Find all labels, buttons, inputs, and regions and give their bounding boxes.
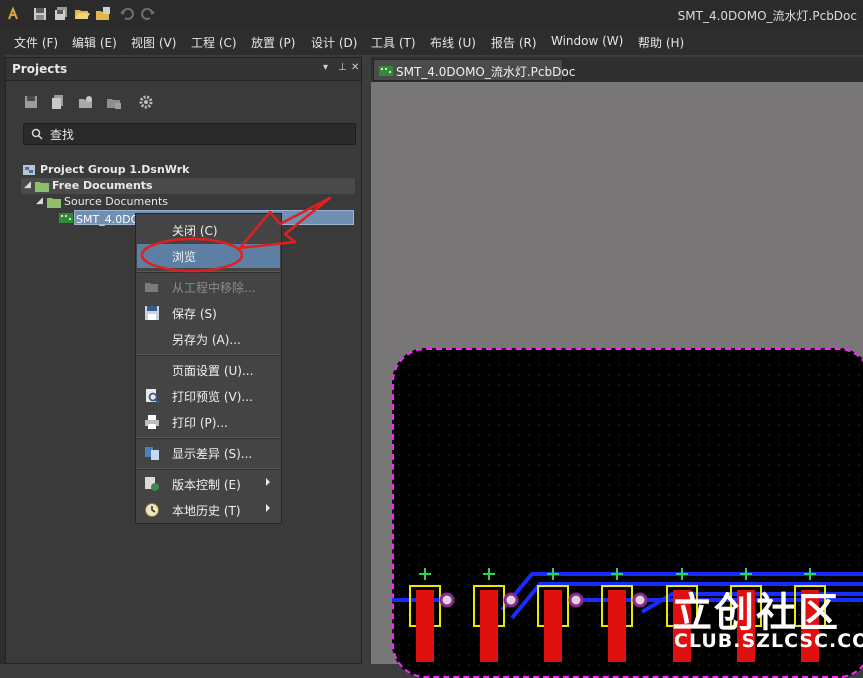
save-icon	[145, 306, 159, 320]
tree-label-project-group: Project Group 1.DsnWrk	[40, 163, 190, 176]
tab-pcb-document[interactable]: SMT_4.0DOMO_流水灯.PcbDoc	[373, 59, 575, 81]
menu-separator	[137, 437, 280, 439]
menu-item-print[interactable]: 打印 (P)...	[137, 410, 280, 434]
folder-icon	[35, 182, 49, 192]
open-project-icon[interactable]	[95, 6, 111, 22]
menu-item-label: 打印 (P)...	[172, 416, 228, 430]
menu-item-label: 版本控制 (E)	[172, 478, 241, 492]
save-document-icon[interactable]	[50, 94, 66, 110]
tab-label: SMT_4.0DOMO_流水灯.PcbDoc	[396, 65, 576, 79]
led-component	[473, 568, 519, 662]
tree-item-project-group[interactable]: Project Group 1.DsnWrk	[21, 162, 351, 178]
undo-icon[interactable]	[119, 6, 135, 22]
annotation-ellipse	[140, 237, 244, 273]
submenu-arrow-icon	[266, 504, 270, 512]
menu-place[interactable]: 放置 (P)	[251, 34, 295, 51]
tree-expand-icon[interactable]: ◢	[24, 180, 31, 190]
menu-item-label: 另存为 (A)...	[172, 333, 241, 347]
menu-item-print-preview[interactable]: 打印预览 (V)...	[137, 384, 280, 408]
folder-icon	[47, 198, 61, 208]
open-project-icon[interactable]	[78, 94, 94, 110]
menu-item-label: 本地历史 (T)	[172, 504, 241, 518]
menu-help[interactable]: 帮助 (H)	[638, 34, 684, 51]
pcb-document-icon	[379, 66, 393, 76]
panel-menu-button[interactable]: ▾	[323, 62, 328, 73]
menu-item-show-differences[interactable]: 显示差异 (S)...	[137, 441, 280, 465]
search-input[interactable]: 查找	[23, 123, 356, 145]
print-preview-icon	[146, 389, 160, 404]
menu-item-version-control[interactable]: 版本控制 (E)	[137, 472, 280, 496]
menu-item-save[interactable]: 保存 (S)	[137, 301, 280, 325]
panel-header: Projects ▾ ⊥ ✕	[6, 58, 361, 81]
menu-item-save-as[interactable]: 另存为 (A)...	[137, 327, 280, 351]
menu-item-local-history[interactable]: 本地历史 (T)	[137, 498, 280, 522]
menu-item-label: 页面设置 (U)...	[172, 364, 254, 378]
menu-route[interactable]: 布线 (U)	[430, 34, 476, 51]
menu-view[interactable]: 视图 (V)	[131, 34, 176, 51]
save-project-icon[interactable]	[23, 94, 39, 110]
workspace-icon	[23, 165, 35, 175]
annotation-arrow-icon	[238, 196, 332, 250]
submenu-arrow-icon	[266, 478, 270, 486]
annotation-overlay	[140, 196, 332, 273]
tree-expand-icon[interactable]: ◢	[36, 196, 43, 206]
watermark-url: CLUB.SZLCSC.COM	[674, 630, 863, 652]
panel-title: Projects	[12, 62, 68, 76]
pcb-document-icon	[59, 213, 73, 223]
search-icon	[31, 128, 43, 140]
open-icon[interactable]	[74, 6, 90, 22]
history-clock-icon	[145, 503, 159, 517]
menu-item-label: 打印预览 (V)...	[172, 390, 253, 404]
menu-separator	[137, 354, 280, 356]
menu-separator	[137, 468, 280, 470]
settings-icon[interactable]	[138, 94, 154, 110]
version-control-icon	[145, 477, 159, 491]
led-component	[409, 568, 455, 662]
menu-project[interactable]: 工程 (C)	[191, 34, 237, 51]
save-icon[interactable]	[32, 6, 48, 22]
menu-item-label: 保存 (S)	[172, 307, 217, 321]
panel-pin-button[interactable]: ⊥	[338, 62, 347, 73]
save-all-icon[interactable]	[53, 6, 69, 22]
printer-icon	[145, 415, 159, 429]
window-title: SMT_4.0DOMO_流水灯.PcbDoc	[677, 9, 857, 23]
menu-design[interactable]: 设计 (D)	[311, 34, 357, 51]
open-folder-icon[interactable]	[106, 94, 122, 110]
panel-close-button[interactable]: ✕	[351, 62, 359, 73]
menu-bar: 文件 (F) 编辑 (E) 视图 (V) 工程 (C) 放置 (P) 设计 (D…	[0, 29, 863, 55]
menu-file[interactable]: 文件 (F)	[14, 34, 58, 51]
menu-tools[interactable]: 工具 (T)	[371, 34, 416, 51]
menu-item-label: 显示差异 (S)...	[172, 447, 253, 461]
title-bar: SMT_4.0DOMO_流水灯.PcbDoc	[0, 0, 863, 29]
menu-reports[interactable]: 报告 (R)	[491, 34, 537, 51]
menu-edit[interactable]: 编辑 (E)	[72, 34, 117, 51]
compare-icon	[145, 447, 159, 460]
app-logo-icon[interactable]	[5, 6, 21, 22]
search-placeholder: 查找	[50, 128, 75, 142]
menu-window[interactable]: Window (W)	[551, 34, 623, 48]
menu-item-page-setup[interactable]: 页面设置 (U)...	[137, 358, 280, 382]
redo-icon[interactable]	[140, 6, 156, 22]
